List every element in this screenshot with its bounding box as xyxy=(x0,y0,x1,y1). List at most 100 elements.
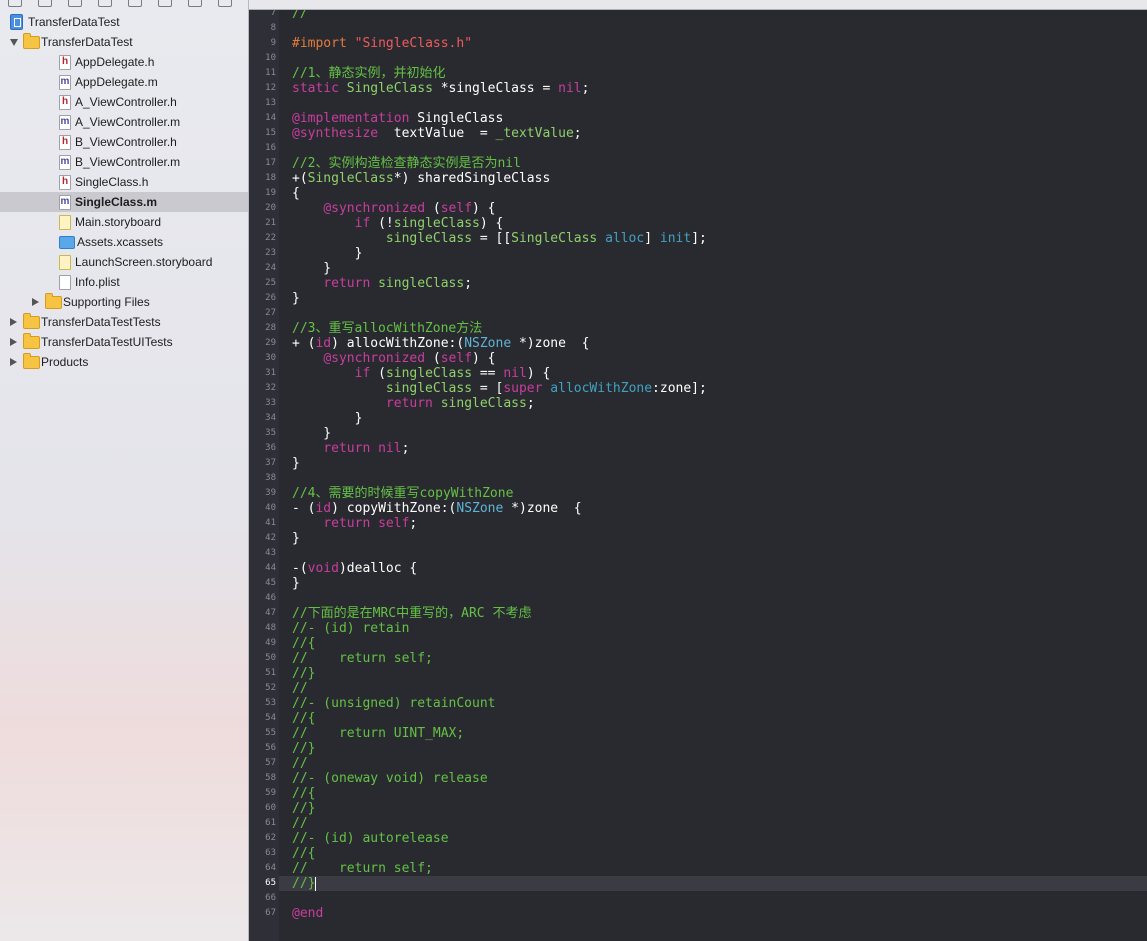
code-token: } xyxy=(292,531,300,546)
disclosure-closed-icon[interactable] xyxy=(10,358,17,366)
code-token: //3、重写allocWithZone方法 xyxy=(292,321,483,336)
code-line[interactable]: singleClass = [[SingleClass alloc] init]… xyxy=(292,231,707,246)
disclosure-closed-icon[interactable] xyxy=(32,298,39,306)
navigator-item[interactable]: h AppDelegate.h xyxy=(0,52,248,72)
code-line[interactable]: + (id) allocWithZone:(NSZone *)zone { xyxy=(292,336,589,351)
code-line[interactable]: @end xyxy=(292,906,323,921)
project-navigator-icon[interactable] xyxy=(8,0,22,7)
symbol-navigator-icon[interactable] xyxy=(38,0,52,7)
code-token: } xyxy=(292,291,300,306)
code-line[interactable]: if (singleClass == nil) { xyxy=(292,366,551,381)
debug-navigator-icon[interactable] xyxy=(158,0,172,7)
disclosure-open-icon[interactable] xyxy=(10,39,18,46)
code-token: ; xyxy=(409,516,418,531)
code-line[interactable]: //- (id) autorelease xyxy=(292,831,449,846)
code-line[interactable]: @synthesize textValue = _textValue; xyxy=(292,126,582,141)
code-line[interactable]: //{ xyxy=(292,786,315,801)
navigator-item[interactable]: TransferDataTest xyxy=(0,32,248,52)
find-navigator-icon[interactable] xyxy=(68,0,82,7)
navigator-item[interactable]: m AppDelegate.m xyxy=(0,72,248,92)
navigator-item[interactable]: Info.plist xyxy=(0,272,248,292)
navigator-item[interactable]: h B_ViewController.h xyxy=(0,132,248,152)
navigator-item[interactable]: Main.storyboard xyxy=(0,212,248,232)
code-line[interactable]: // xyxy=(292,816,308,831)
code-line[interactable]: #import "SingleClass.h" xyxy=(292,36,472,51)
navigator-item[interactable]: LaunchScreen.storyboard xyxy=(0,252,248,272)
code-line[interactable]: @implementation SingleClass xyxy=(292,111,503,126)
header-file-icon: h xyxy=(59,135,71,150)
code-line[interactable]: //} xyxy=(292,801,315,816)
code-line[interactable]: } xyxy=(292,246,363,261)
navigator-item[interactable]: Supporting Files xyxy=(0,292,248,312)
navigator-item[interactable]: TransferDataTest xyxy=(0,12,248,32)
code-line[interactable]: return singleClass; xyxy=(292,276,472,291)
navigator-item[interactable]: h A_ViewController.h xyxy=(0,92,248,112)
code-line[interactable]: @synchronized (self) { xyxy=(292,201,495,216)
line-number: 51 xyxy=(265,668,276,678)
code-token: static xyxy=(292,81,347,96)
code-line[interactable]: singleClass = [super allocWithZone:zone]… xyxy=(292,381,707,396)
disclosure-closed-icon[interactable] xyxy=(10,338,17,346)
code-line[interactable]: //{ xyxy=(292,711,315,726)
code-line[interactable]: { xyxy=(292,186,300,201)
code-line[interactable]: if (!singleClass) { xyxy=(292,216,504,231)
line-number: 55 xyxy=(265,728,276,738)
issue-navigator-icon[interactable] xyxy=(98,0,112,7)
code-line[interactable]: return singleClass; xyxy=(292,396,535,411)
back-forward-icon[interactable]: ‹ › xyxy=(257,0,267,4)
code-token: @end xyxy=(292,906,324,921)
code-line[interactable]: // return self; xyxy=(292,651,433,666)
navigator-item[interactable]: TransferDataTestUITests xyxy=(0,332,248,352)
project-navigator: TransferDataTest TransferDataTest h AppDele… xyxy=(0,0,249,941)
code-line[interactable]: } xyxy=(292,291,300,306)
source-editor[interactable]: 7 8 9 10 11 12 13 14 15 16 17 18 19 20 21 22 23 24 25 26 27 2… xyxy=(249,0,1147,941)
code-line[interactable]: //3、重写allocWithZone方法 xyxy=(292,321,482,336)
code-line[interactable]: } xyxy=(292,456,300,471)
code-line[interactable]: //- (id) retain xyxy=(292,621,409,636)
code-line[interactable]: } xyxy=(292,411,363,426)
code-line[interactable]: //1、静态实例，并初始化 xyxy=(292,66,445,81)
code-line[interactable]: - (id) copyWithZone:(NSZone *)zone { xyxy=(292,501,582,516)
navigator-item-label: B_ViewController.m xyxy=(75,155,181,169)
navigator-item[interactable]: Products xyxy=(0,352,248,372)
code-line[interactable]: //} xyxy=(292,741,315,756)
code-line[interactable]: //2、实例构造检查静态实例是否为nil xyxy=(292,156,521,171)
code-line[interactable]: //} xyxy=(292,876,317,891)
navigator-item[interactable]: m B_ViewController.m xyxy=(0,152,248,172)
report-navigator-icon[interactable] xyxy=(218,0,232,7)
code-line[interactable]: //- (unsigned) retainCount xyxy=(292,696,496,711)
navigator-item[interactable]: Assets.xcassets xyxy=(0,232,248,252)
code-line[interactable]: static SingleClass *singleClass = nil; xyxy=(292,81,589,96)
code-line[interactable]: } xyxy=(292,261,331,276)
code-line[interactable]: //} xyxy=(292,666,315,681)
navigator-item[interactable]: TransferDataTestTests xyxy=(0,312,248,332)
code-line[interactable]: // return self; xyxy=(292,861,433,876)
navigator-item-label: Info.plist xyxy=(75,275,120,289)
code-line[interactable]: //- (oneway void) release xyxy=(292,771,488,786)
code-token: ( xyxy=(425,201,441,216)
code-line[interactable]: -(void)dealloc { xyxy=(292,561,417,576)
code-line[interactable]: } xyxy=(292,576,300,591)
code-line[interactable]: // xyxy=(292,756,308,771)
navigator-item[interactable]: m SingleClass.m xyxy=(0,192,248,212)
code-line[interactable]: return nil; xyxy=(292,441,409,456)
code-line[interactable]: // xyxy=(292,681,308,696)
breakpoint-navigator-icon[interactable] xyxy=(188,0,202,7)
code-line[interactable]: @synchronized (self) { xyxy=(292,351,495,366)
code-line[interactable]: } xyxy=(292,531,300,546)
code-line[interactable]: //下面的是在MRC中重写的，ARC 不考虑 xyxy=(292,606,531,621)
disclosure-closed-icon[interactable] xyxy=(10,318,17,326)
navigator-item[interactable]: m A_ViewController.m xyxy=(0,112,248,132)
code-line[interactable]: // return UINT_MAX; xyxy=(292,726,464,741)
test-navigator-icon[interactable] xyxy=(128,0,142,7)
code-token: ) copyWithZone:( xyxy=(331,501,457,516)
navigator-item[interactable]: h SingleClass.h xyxy=(0,172,248,192)
code-line[interactable]: return self; xyxy=(292,516,417,531)
code-token: nil xyxy=(503,366,527,381)
code-line[interactable]: //{ xyxy=(292,846,315,861)
code-line[interactable]: //4、需要的时候重写copyWithZone xyxy=(292,486,513,501)
code-line[interactable]: +(SingleClass*) sharedSingleClass xyxy=(292,171,550,186)
code-line[interactable]: } xyxy=(292,426,331,441)
code-line[interactable]: //{ xyxy=(292,636,315,651)
folder-icon xyxy=(23,353,40,369)
